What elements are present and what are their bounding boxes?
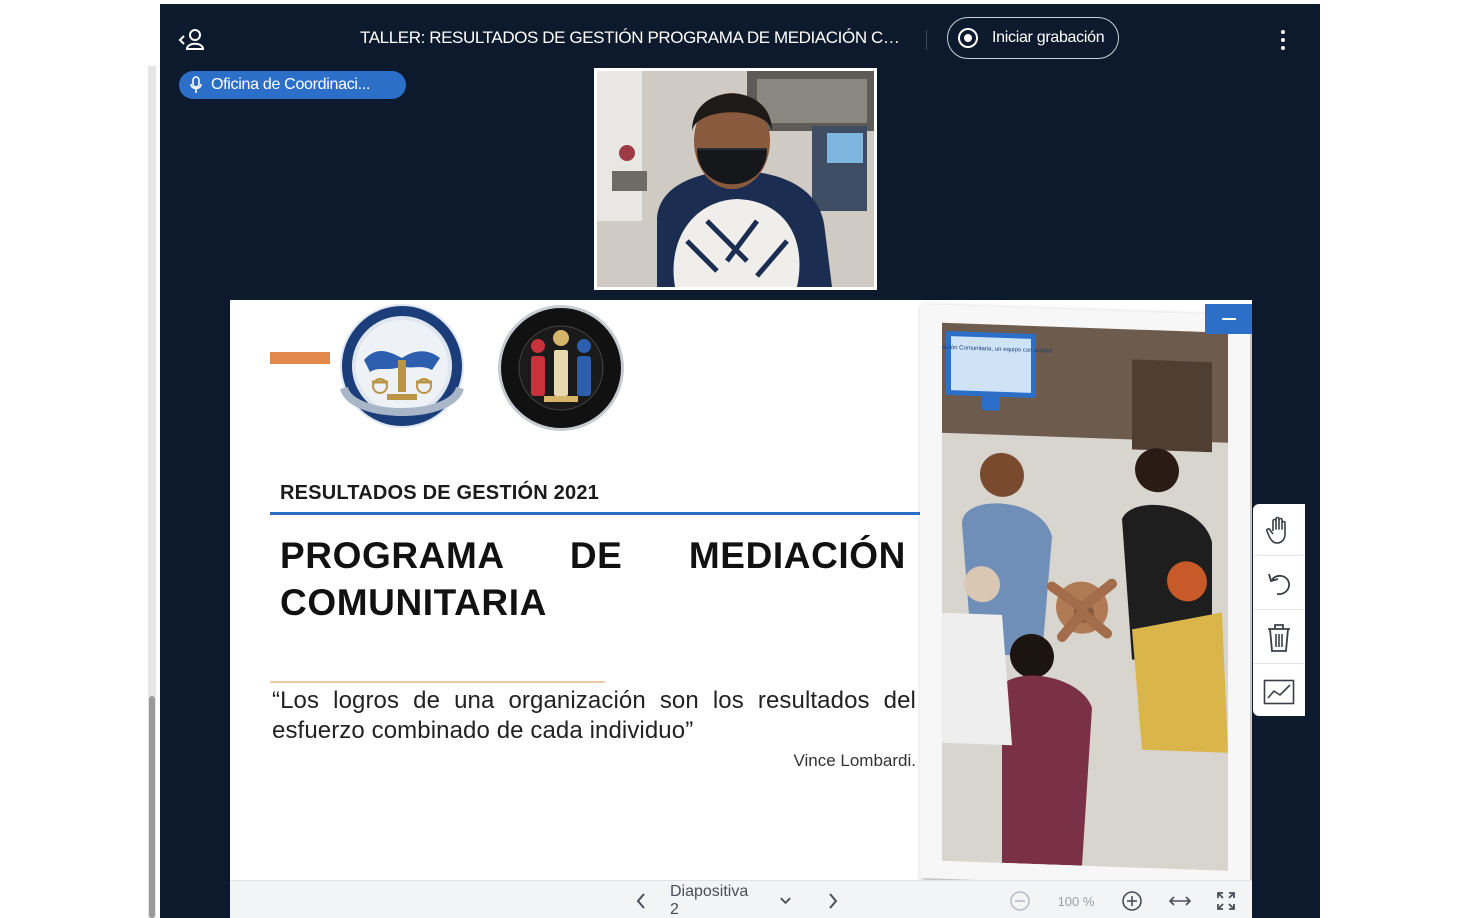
fullscreen-icon — [1217, 892, 1235, 910]
zoom-in-button[interactable] — [1119, 888, 1145, 914]
chevron-down-icon — [780, 897, 791, 905]
drawing-tool-button[interactable] — [1253, 666, 1305, 718]
undo-annotation-button[interactable] — [1253, 558, 1305, 610]
webcam-person-image — [597, 71, 874, 287]
presentation-area: RESULTADOS DE GESTIÓN 2021 PROGRAMA DE M… — [230, 300, 1252, 918]
meeting-app: TALLER: RESULTADOS DE GESTIÓN PROGRAMA D… — [160, 4, 1320, 918]
microphone-icon — [189, 76, 203, 94]
slide-title: PROGRAMA DE MEDIACIÓN COMUNITARIA — [280, 535, 906, 623]
zoom-level: 100 % — [1050, 888, 1102, 914]
zoom-in-icon — [1122, 891, 1142, 911]
more-dot — [1281, 46, 1285, 50]
procuraduria-seal-logo — [340, 304, 464, 428]
more-dot — [1281, 38, 1285, 42]
slide-label: Diapositiva 2 — [670, 883, 749, 918]
trash-icon — [1268, 623, 1290, 652]
minus-icon — [1221, 318, 1236, 320]
title-divider — [926, 30, 927, 50]
slide-accent-bar — [270, 352, 330, 364]
slide-photo-frame: Mediación Comunitaria, un equipo con act… — [920, 304, 1250, 890]
line-chart-icon — [1263, 679, 1295, 705]
slide-divider-line — [270, 512, 926, 515]
top-bar: TALLER: RESULTADOS DE GESTIÓN PROGRAMA D… — [160, 4, 1320, 74]
fit-width-icon — [1168, 896, 1192, 906]
record-icon — [958, 28, 978, 48]
more-vertical-icon — [1281, 30, 1285, 34]
quote-author: Vince Lombardi. — [793, 751, 916, 770]
slide-subtitle: RESULTADOS DE GESTIÓN 2021 — [280, 482, 599, 504]
slide-selector[interactable]: Diapositiva 2 — [670, 883, 792, 918]
zoom-out-icon — [1010, 891, 1030, 911]
undo-icon — [1268, 573, 1290, 595]
meeting-title: TALLER: RESULTADOS DE GESTIÓN PROGRAMA D… — [360, 28, 905, 47]
fullscreen-button[interactable] — [1213, 888, 1239, 914]
chevron-right-icon — [829, 893, 838, 909]
user-list-toggle-button[interactable] — [176, 24, 210, 54]
talker-name: Oficina de Coordinaci... — [211, 76, 371, 93]
chevron-left-icon — [636, 893, 645, 909]
hand-icon — [1266, 516, 1286, 544]
webcam-feed — [597, 71, 874, 287]
annotation-toolbar — [1253, 504, 1305, 716]
zoom-level-text: 100 % — [1057, 893, 1095, 909]
options-menu-button[interactable] — [1272, 26, 1294, 54]
mediacion-comunitaria-logo — [498, 305, 624, 431]
pan-tool-button[interactable] — [1253, 504, 1305, 556]
team-photo: Mediación Comunitaria, un equipo con act… — [942, 322, 1228, 871]
fit-to-width-button[interactable] — [1166, 888, 1194, 914]
next-slide-button[interactable] — [820, 888, 846, 914]
user-list-icon — [178, 29, 205, 50]
zoom-out-button[interactable] — [1007, 888, 1033, 914]
talking-indicator[interactable]: Oficina de Coordinaci... — [179, 71, 406, 99]
previous-slide-button[interactable] — [628, 888, 654, 914]
record-label: Iniciar grabación — [992, 29, 1105, 46]
minimize-presentation-button[interactable] — [1205, 304, 1252, 334]
scrollbar-thumb[interactable] — [149, 696, 155, 918]
team-hands-image: Mediación Comunitaria, un equipo con act… — [942, 322, 1228, 871]
start-recording-button[interactable]: Iniciar grabación — [947, 17, 1119, 59]
slide-quote: “Los logros de una organización son los … — [272, 687, 916, 744]
left-scrollbar[interactable] — [148, 66, 156, 918]
clear-annotations-button[interactable] — [1253, 612, 1305, 664]
webcam-video[interactable] — [594, 68, 877, 290]
quote-divider — [270, 681, 605, 683]
presentation-toolbar: Diapositiva 2 100 % — [230, 880, 1252, 918]
